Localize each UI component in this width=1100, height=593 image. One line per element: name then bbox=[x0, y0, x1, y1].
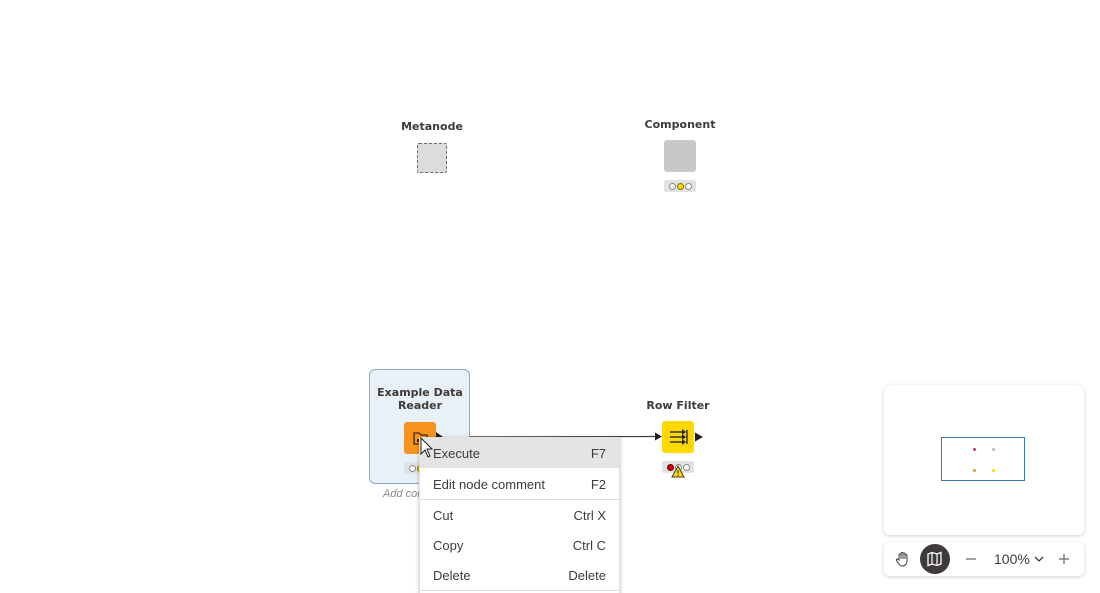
menu-item-edit-node-comment[interactable]: Edit node comment F2 bbox=[420, 469, 619, 499]
menu-item-label: Edit node comment bbox=[433, 476, 546, 492]
menu-item-label: Cut bbox=[433, 507, 454, 523]
minimap-viewport[interactable] bbox=[941, 437, 1025, 481]
menu-item-delete[interactable]: Delete Delete bbox=[420, 560, 619, 590]
plus-icon bbox=[1059, 554, 1069, 564]
zoom-level[interactable]: 100% bbox=[994, 551, 1030, 567]
minimap[interactable] bbox=[884, 385, 1084, 535]
menu-item-shortcut: Delete bbox=[568, 567, 606, 583]
row-filter-node[interactable] bbox=[662, 421, 694, 453]
menu-separator bbox=[420, 590, 619, 591]
map-icon bbox=[927, 551, 942, 567]
menu-item-execute[interactable]: Execute F7 bbox=[420, 438, 619, 468]
row-filter-title[interactable]: Row Filter bbox=[638, 399, 718, 412]
menu-item-copy[interactable]: Copy Ctrl C bbox=[420, 530, 619, 560]
chevron-down-icon[interactable] bbox=[1033, 553, 1045, 565]
warning-icon bbox=[671, 465, 685, 478]
menu-item-label: Execute bbox=[433, 445, 480, 461]
menu-item-label: Delete bbox=[433, 567, 471, 583]
mouse-cursor-icon bbox=[420, 437, 434, 458]
pan-mode-button[interactable] bbox=[888, 544, 918, 574]
minimap-node-dot bbox=[992, 448, 995, 451]
row-filter-icon bbox=[670, 429, 688, 445]
menu-item-shortcut: Ctrl X bbox=[573, 507, 607, 523]
canvas-toolbar: 100% bbox=[884, 542, 1084, 576]
status-light-off bbox=[408, 464, 416, 472]
menu-item-label: Copy bbox=[433, 537, 464, 553]
node-context-menu: Execute F7 Edit node comment F2 Cut Ctrl… bbox=[419, 437, 620, 593]
reader-title-line2: Reader bbox=[397, 399, 443, 412]
zoom-out-button[interactable] bbox=[956, 544, 986, 574]
zoom-in-button[interactable] bbox=[1049, 544, 1079, 574]
minus-icon bbox=[966, 558, 976, 560]
minimap-node-dot bbox=[973, 469, 976, 472]
reader-title-line1: Example Data bbox=[377, 386, 463, 399]
menu-item-shortcut: F2 bbox=[590, 476, 606, 492]
filter-output-port[interactable] bbox=[695, 432, 703, 442]
workflow-canvas[interactable]: Metanode Component Example Data Reader A… bbox=[0, 0, 1100, 593]
filter-input-port[interactable] bbox=[655, 432, 662, 441]
menu-item-cut[interactable]: Cut Ctrl X bbox=[420, 500, 619, 530]
minimap-node-dot bbox=[973, 448, 976, 451]
reader-title[interactable]: Example Data Reader bbox=[370, 386, 470, 412]
minimap-toggle-button[interactable] bbox=[920, 544, 950, 574]
minimap-node-dot bbox=[992, 469, 995, 472]
menu-item-shortcut: Ctrl C bbox=[572, 537, 606, 553]
menu-item-shortcut: F7 bbox=[590, 445, 606, 461]
hand-icon bbox=[895, 552, 908, 567]
